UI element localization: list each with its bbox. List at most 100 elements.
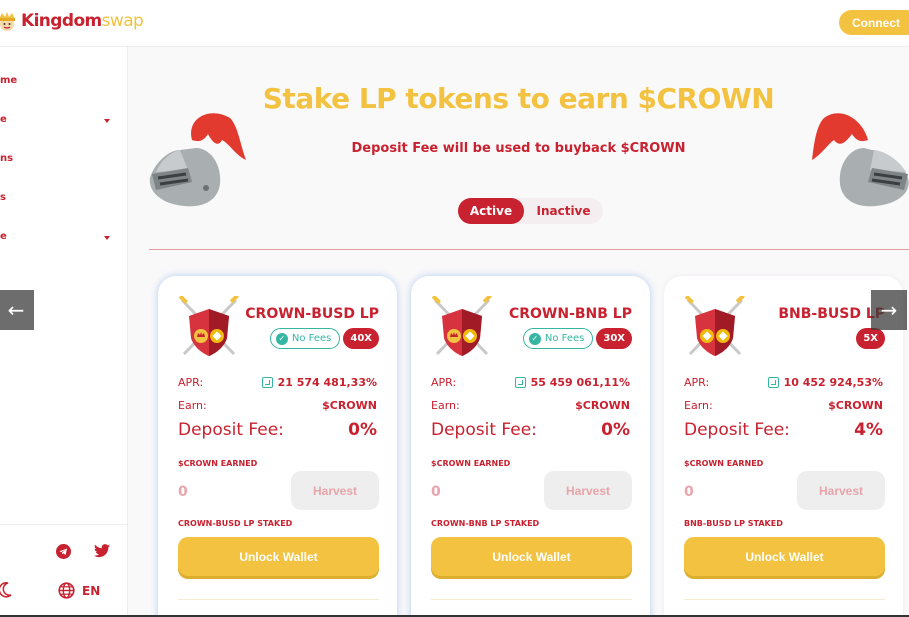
sidebar: me e ns s e EN (0, 47, 128, 617)
earn-value: $CROWN (575, 399, 630, 412)
carousel-next-button[interactable]: → (871, 290, 907, 330)
earned-label: $CROWN EARNED (684, 459, 764, 468)
farm-card: CROWN-BUSD LP ✓ No Fees 40X APR: 21 574 … (158, 276, 397, 617)
sidebar-item-pools[interactable]: s (0, 192, 6, 203)
farm-badges: ✓ No Fees 40X (269, 328, 379, 349)
tab-active[interactable]: Active (458, 198, 524, 224)
crown-logo-icon (0, 12, 15, 31)
top-bar: Kingdom swap Connect (0, 0, 909, 47)
harvest-button[interactable]: Harvest (291, 471, 379, 510)
knight-helmet-left-icon (149, 113, 246, 207)
staked-label: CROWN-BNB LP STAKED (431, 519, 540, 528)
farm-badges: ✓ No Fees 30X (522, 328, 632, 349)
calculator-icon[interactable] (261, 377, 273, 388)
deposit-fee-row: Deposit Fee: 4% (684, 420, 883, 440)
farm-badges: 5X (856, 328, 885, 349)
apr-label: APR: (684, 376, 710, 389)
farm-title: CROWN-BUSD LP (245, 306, 379, 322)
earned-value: 0 (684, 484, 694, 500)
apr-value-text: 10 452 924,53% (783, 376, 883, 389)
apr-label: APR: (431, 376, 457, 389)
farm-card: CROWN-BNB LP ✓ No Fees 30X APR: 55 459 0… (411, 276, 650, 617)
earn-label: Earn: (178, 399, 207, 412)
earn-row: Earn: $CROWN (431, 399, 630, 412)
apr-value: 55 459 061,11% (514, 376, 630, 389)
unlock-wallet-button[interactable]: Unlock Wallet (178, 537, 379, 576)
tab-inactive[interactable]: Inactive (524, 198, 603, 224)
knight-helmet-right-icon (812, 113, 909, 207)
earn-row: Earn: $CROWN (684, 399, 883, 412)
earn-value: $CROWN (828, 399, 883, 412)
sidebar-item-trade[interactable]: e (0, 114, 128, 125)
telegram-icon[interactable] (56, 544, 71, 559)
calculator-icon[interactable] (767, 377, 779, 388)
unlock-wallet-button[interactable]: Unlock Wallet (431, 537, 632, 576)
carousel-prev-button[interactable]: ← (0, 290, 34, 330)
sidebar-item-label: e (0, 231, 7, 242)
earned-value: 0 (431, 484, 441, 500)
card-divider (684, 599, 885, 600)
connect-button[interactable]: Connect (839, 10, 909, 35)
deposit-fee-value: 4% (854, 420, 883, 440)
moon-icon[interactable] (0, 582, 12, 598)
sidebar-item-label: ns (0, 153, 14, 164)
sidebar-item-kingdoms[interactable]: ns (0, 153, 13, 164)
farm-card: BNB-BUSD LP 5X APR: 10 452 924,53% Earn:… (664, 276, 903, 617)
no-fees-badge: ✓ No Fees (522, 328, 594, 349)
page-subtitle: Deposit Fee will be used to buyback $CRO… (351, 141, 686, 156)
staked-label: BNB-BUSD LP STAKED (684, 519, 783, 528)
deposit-fee-label: Deposit Fee: (178, 420, 284, 440)
deposit-fee-row: Deposit Fee: 0% (178, 420, 377, 440)
multiplier-badge: 30X (596, 328, 632, 349)
calculator-icon[interactable] (514, 377, 526, 388)
apr-row: APR: 55 459 061,11% (431, 376, 630, 389)
earn-row: Earn: $CROWN (178, 399, 377, 412)
section-divider (149, 249, 909, 250)
harvest-button[interactable]: Harvest (544, 471, 632, 510)
card-divider (178, 599, 379, 600)
earned-value: 0 (178, 484, 188, 500)
unlock-wallet-button[interactable]: Unlock Wallet (684, 537, 885, 576)
no-fees-badge: ✓ No Fees (269, 328, 341, 349)
farm-title: BNB-BUSD LP (778, 306, 885, 322)
sidebar-item-more[interactable]: e (0, 231, 128, 242)
sidebar-item-home[interactable]: me (0, 75, 17, 86)
apr-value-text: 21 574 481,33% (277, 376, 377, 389)
apr-label: APR: (178, 376, 204, 389)
farm-emblem-icon (431, 296, 492, 356)
staked-label: CROWN-BUSD LP STAKED (178, 519, 293, 528)
chevron-down-icon (104, 236, 110, 240)
twitter-icon[interactable] (94, 544, 110, 558)
farm-title: CROWN-BNB LP (508, 306, 632, 322)
deposit-fee-value: 0% (348, 420, 377, 440)
sidebar-footer: EN (0, 524, 128, 617)
farm-emblem-icon (178, 296, 239, 356)
deposit-fee-row: Deposit Fee: 0% (431, 420, 630, 440)
language-label[interactable]: EN (82, 584, 100, 598)
chevron-down-icon (104, 119, 110, 123)
apr-value-text: 55 459 061,11% (530, 376, 630, 389)
earn-value: $CROWN (322, 399, 377, 412)
deposit-fee-label: Deposit Fee: (431, 420, 537, 440)
check-icon: ✓ (528, 332, 541, 345)
sidebar-item-label: s (0, 192, 6, 203)
logo-text-kingdom: Kingdom (21, 11, 102, 31)
apr-value: 21 574 481,33% (261, 376, 377, 389)
active-inactive-toggle: Active Inactive (458, 198, 603, 224)
card-divider (431, 599, 632, 600)
multiplier-badge: 40X (343, 328, 379, 349)
earned-label: $CROWN EARNED (178, 459, 258, 468)
sidebar-item-label: me (0, 75, 18, 86)
farm-emblem-icon (684, 296, 745, 356)
globe-icon[interactable] (58, 582, 75, 599)
logo-text-swap: swap (101, 11, 144, 31)
harvest-button[interactable]: Harvest (797, 471, 885, 510)
earn-label: Earn: (431, 399, 460, 412)
apr-row: APR: 21 574 481,33% (178, 376, 377, 389)
page-title: Stake LP tokens to earn $CROWN (262, 82, 775, 115)
no-fees-label: No Fees (291, 333, 332, 344)
deposit-fee-label: Deposit Fee: (684, 420, 790, 440)
sidebar-item-label: e (0, 114, 7, 125)
kingdomswap-logo[interactable]: Kingdom swap (0, 10, 144, 32)
earned-label: $CROWN EARNED (431, 459, 511, 468)
